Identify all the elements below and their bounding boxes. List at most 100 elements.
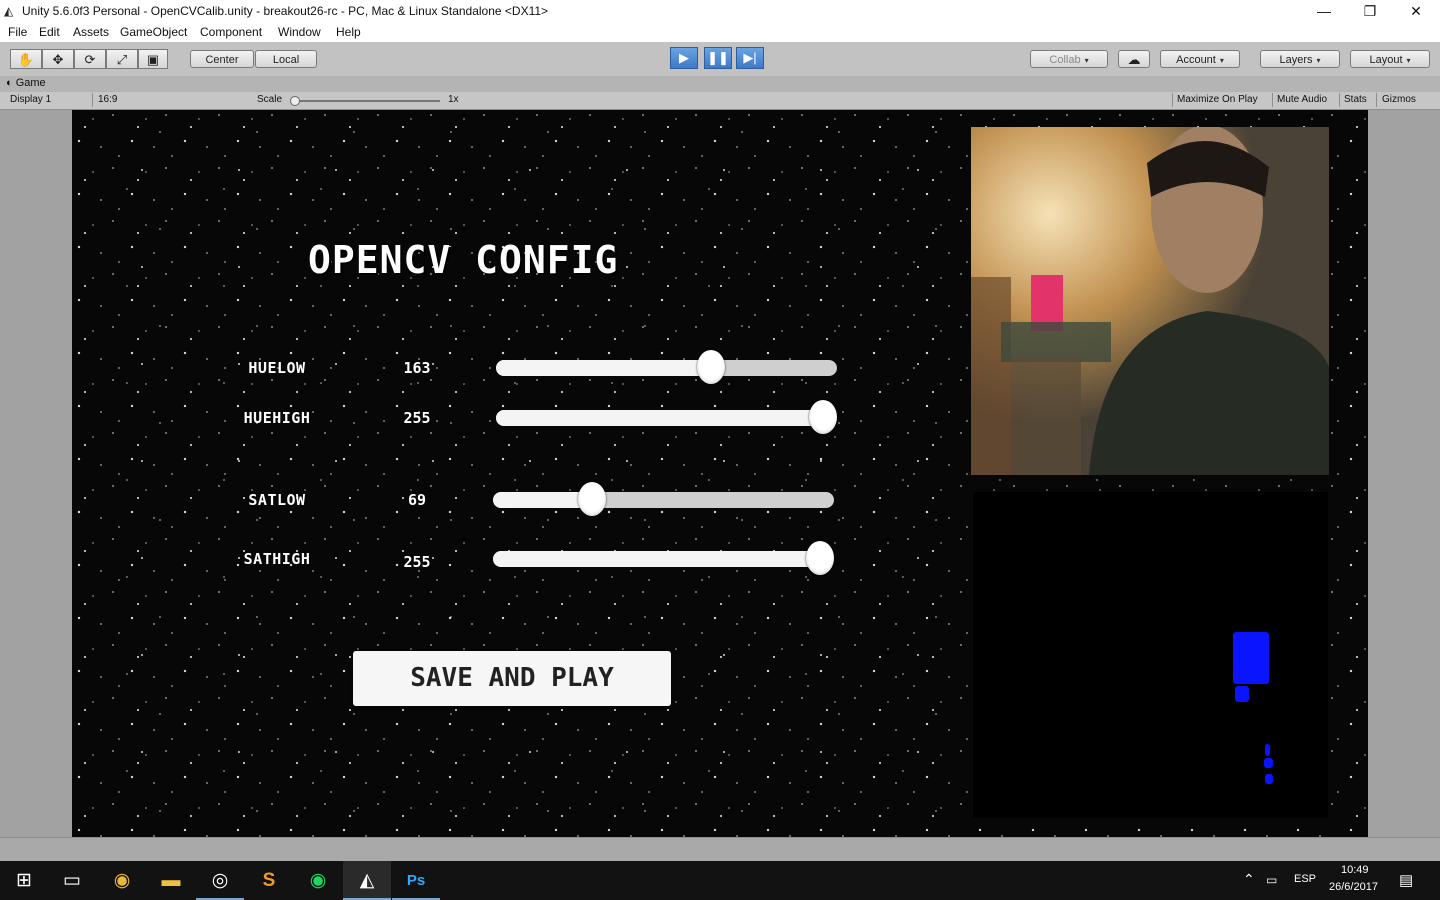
huehigh-value: 255: [403, 409, 431, 427]
step-button[interactable]: ▶|: [736, 47, 764, 69]
webcam-preview: [971, 127, 1329, 475]
menu-assets[interactable]: Assets: [73, 25, 109, 39]
collab-chevron-down-icon: ▾: [1084, 56, 1089, 65]
menu-file[interactable]: File: [8, 25, 27, 39]
close-button[interactable]: ✕: [1393, 0, 1439, 23]
unity-logo-icon: ◭: [4, 4, 14, 18]
pivot-label: Center: [205, 54, 239, 66]
layers-chevron-down-icon: ▾: [1316, 56, 1321, 65]
game-view-toolbar: Display 1 16:9 Scale 1x Maximize On Play…: [0, 92, 1440, 110]
rotate-tool-icon[interactable]: ⟳: [74, 49, 106, 69]
sublime-text-icon[interactable]: S: [245, 861, 293, 900]
pivot-center-button[interactable]: Center: [190, 50, 254, 68]
huelow-slider-handle[interactable]: [696, 350, 725, 384]
separator: [1376, 93, 1377, 107]
rect-tool-icon[interactable]: ▣: [138, 49, 168, 69]
sathigh-value: 255: [403, 553, 431, 571]
sathigh-slider-handle[interactable]: [806, 541, 835, 575]
layers-dropdown[interactable]: Layers ▾: [1260, 50, 1340, 68]
mask-blob: [1265, 774, 1273, 784]
account-dropdown[interactable]: Account ▾: [1160, 50, 1240, 68]
stats-toggle[interactable]: Stats: [1344, 93, 1367, 107]
scale-label: Scale: [257, 94, 283, 105]
scale-tool-icon[interactable]: ⤢: [106, 49, 138, 69]
clock-date[interactable]: 26/6/2017: [1329, 881, 1378, 893]
tray-chevron-up-icon[interactable]: ⌃: [1243, 871, 1255, 888]
pivot-local-button[interactable]: Local: [255, 50, 317, 68]
task-view-icon[interactable]: ▭: [48, 861, 96, 900]
file-explorer-icon[interactable]: ▬: [147, 861, 195, 900]
play-button[interactable]: ▶: [670, 47, 698, 69]
menu-edit[interactable]: Edit: [39, 25, 60, 39]
unity-icon[interactable]: ◭: [343, 861, 391, 900]
restore-button[interactable]: ❐: [1347, 0, 1393, 23]
menu-window[interactable]: Window: [278, 25, 321, 39]
mask-blob: [1265, 744, 1270, 756]
account-label: Account: [1176, 54, 1216, 66]
huehigh-label: HUEHIGH: [243, 409, 311, 427]
gizmos-dropdown[interactable]: Gizmos: [1382, 93, 1416, 107]
game-tab-row: ◐ Game: [0, 76, 1440, 92]
game-view-icon: ◐: [6, 77, 13, 89]
menu-gameobject[interactable]: GameObject: [120, 25, 187, 39]
pause-button[interactable]: ❚❚: [704, 47, 732, 69]
separator: [92, 93, 93, 107]
collab-label: Collab: [1049, 54, 1081, 66]
language-indicator[interactable]: ESP: [1294, 873, 1316, 885]
webcam-image: [971, 127, 1329, 475]
separator: [1272, 93, 1273, 107]
satlow-slider-handle[interactable]: [577, 482, 606, 516]
tab-game-label: Game: [15, 77, 46, 89]
chrome-icon[interactable]: ◉: [98, 861, 146, 900]
display-dropdown[interactable]: Display 1: [10, 93, 84, 107]
menu-component[interactable]: Component: [200, 25, 262, 39]
move-tool-icon[interactable]: ✥: [42, 49, 74, 69]
transform-tools: ✋ ✥ ⟳ ⤢ ▣: [10, 49, 168, 69]
huehigh-slider-handle[interactable]: [809, 400, 838, 434]
satlow-slider[interactable]: [493, 482, 834, 516]
obs-icon[interactable]: ◎: [196, 861, 244, 900]
layers-label: Layers: [1279, 54, 1313, 66]
windows-taskbar: ⊞ ▭ ◉ ▬ ◎ S ◉ ◭ Ps ⌃ ▭ ESP 10:49 26/6/20…: [0, 861, 1440, 900]
save-and-play-button[interactable]: SAVE AND PLAY: [353, 651, 671, 706]
notifications-icon[interactable]: ▤: [1399, 871, 1413, 889]
spotify-icon[interactable]: ◉: [294, 861, 342, 900]
mute-audio-toggle[interactable]: Mute Audio: [1277, 93, 1327, 107]
threshold-mask-preview: [973, 492, 1328, 818]
satlow-value: 69: [407, 491, 427, 509]
window-title-bar: ◭ Unity 5.6.0f3 Personal - OpenCVCalib.u…: [0, 0, 1440, 23]
satlow-label: SATLOW: [248, 491, 306, 509]
clock-time[interactable]: 10:49: [1341, 864, 1369, 876]
mask-blob: [1264, 758, 1273, 768]
tab-game[interactable]: ◐ Game: [6, 77, 46, 92]
separator: [1172, 93, 1173, 107]
scale-slider-track[interactable]: [294, 100, 440, 102]
separator: [1339, 93, 1340, 107]
menu-bar: File Edit Assets GameObject Component Wi…: [0, 23, 1440, 42]
hand-tool-icon[interactable]: ✋: [10, 49, 42, 69]
scale-value: 1x: [448, 94, 459, 105]
scale-slider-handle[interactable]: [290, 96, 300, 106]
layout-dropdown[interactable]: Layout ▾: [1350, 50, 1430, 68]
status-bar: [0, 837, 1440, 862]
minimize-button[interactable]: —: [1301, 0, 1347, 23]
menu-help[interactable]: Help: [336, 25, 361, 39]
collab-dropdown[interactable]: Collab ▾: [1030, 50, 1108, 68]
aspect-dropdown[interactable]: 16:9: [98, 93, 248, 107]
mask-blob: [1233, 632, 1269, 684]
photoshop-icon[interactable]: Ps: [392, 861, 440, 900]
huelow-slider[interactable]: [496, 350, 837, 384]
aspect-label: 16:9: [98, 94, 118, 105]
huelow-value: 163: [403, 359, 431, 377]
huehigh-slider[interactable]: [496, 400, 838, 434]
sathigh-label: SATHIGH: [243, 550, 311, 568]
cloud-icon[interactable]: ☁: [1118, 50, 1150, 68]
huehigh-slider-fill: [496, 410, 824, 426]
windows-start-icon[interactable]: ⊞: [0, 861, 48, 900]
maximize-on-play-toggle[interactable]: Maximize On Play: [1177, 93, 1258, 107]
huelow-label: HUELOW: [248, 359, 306, 377]
layout-chevron-down-icon: ▾: [1406, 56, 1411, 65]
account-chevron-down-icon: ▾: [1219, 56, 1224, 65]
network-icon[interactable]: ▭: [1266, 873, 1277, 887]
sathigh-slider[interactable]: [493, 541, 835, 575]
